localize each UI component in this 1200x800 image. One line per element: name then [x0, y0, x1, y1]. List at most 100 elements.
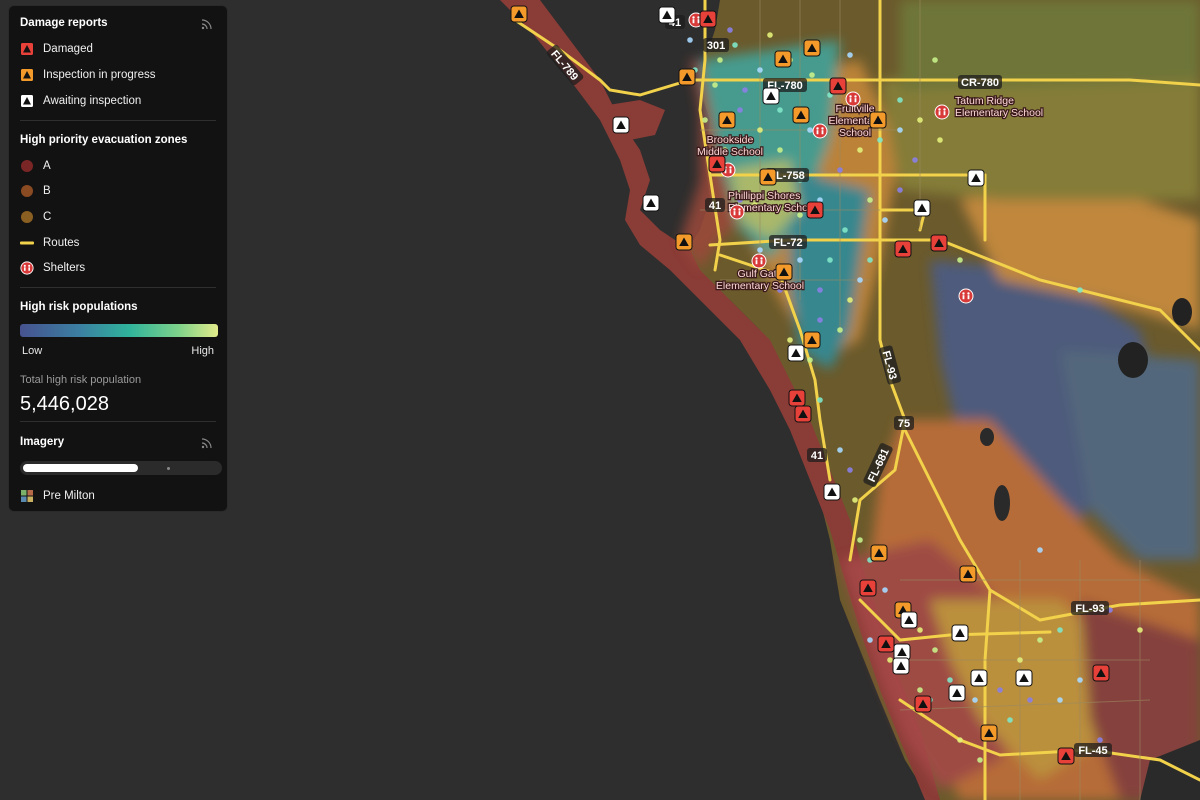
shelter-icon[interactable] — [934, 104, 950, 120]
awaiting-marker[interactable] — [900, 611, 918, 629]
population-dot — [757, 67, 763, 73]
damaged-marker[interactable] — [1057, 747, 1075, 765]
inspection-marker[interactable] — [803, 331, 821, 349]
population-dot — [837, 447, 843, 453]
inspection-marker[interactable] — [869, 111, 887, 129]
legend-panel: Damage reports Damaged Inspection in pro… — [8, 5, 228, 512]
damaged-marker[interactable] — [829, 77, 847, 95]
legend-label: Awaiting inspection — [43, 95, 142, 107]
shelter-icon[interactable] — [845, 91, 861, 107]
population-dot — [957, 257, 963, 263]
awaiting-marker[interactable] — [913, 199, 931, 217]
awaiting-icon — [20, 94, 34, 108]
inspection-marker[interactable] — [803, 39, 821, 57]
damaged-marker[interactable] — [914, 695, 932, 713]
damaged-marker[interactable] — [894, 240, 912, 258]
damaged-marker[interactable] — [806, 201, 824, 219]
damaged-marker[interactable] — [859, 579, 877, 597]
legend-label: Pre Milton — [43, 490, 95, 502]
inspection-marker[interactable] — [678, 68, 696, 86]
total-population-value: 5,446,028 — [20, 393, 109, 415]
road-shield-label: FL-72 — [773, 237, 802, 249]
population-dot — [1057, 697, 1063, 703]
population-dot — [847, 297, 853, 303]
legend-label: B — [43, 185, 51, 197]
feed-icon[interactable] — [201, 18, 213, 30]
feed-icon[interactable] — [201, 437, 213, 449]
shelter-icon[interactable] — [812, 123, 828, 139]
road-shield: CR-780 — [958, 75, 1002, 89]
damaged-marker[interactable] — [708, 155, 726, 173]
road-shield: FL-72 — [769, 235, 807, 249]
legend-item-inspection[interactable]: Inspection in progress — [20, 66, 156, 84]
inspection-marker[interactable] — [870, 544, 888, 562]
legend-label: Damaged — [43, 43, 93, 55]
population-dot — [727, 27, 733, 33]
damaged-marker[interactable] — [1092, 664, 1110, 682]
population-dot — [717, 57, 723, 63]
awaiting-marker[interactable] — [951, 624, 969, 642]
legend-item-zone-b[interactable]: B — [20, 182, 51, 200]
population-dot — [897, 127, 903, 133]
inspection-icon — [20, 68, 34, 82]
inspection-marker[interactable] — [774, 50, 792, 68]
inspection-marker[interactable] — [675, 233, 693, 251]
population-dot — [917, 687, 923, 693]
legend-item-shelters[interactable]: Shelters — [20, 259, 85, 277]
damaged-marker[interactable] — [794, 405, 812, 423]
damaged-marker[interactable] — [788, 389, 806, 407]
inspection-marker[interactable] — [718, 111, 736, 129]
damaged-marker[interactable] — [930, 234, 948, 252]
awaiting-marker[interactable] — [970, 669, 988, 687]
damaged-marker[interactable] — [877, 635, 895, 653]
population-dot — [847, 52, 853, 58]
awaiting-marker[interactable] — [787, 344, 805, 362]
route-line-icon — [20, 236, 34, 250]
legend-item-awaiting[interactable]: Awaiting inspection — [20, 92, 141, 110]
inspection-marker[interactable] — [980, 724, 998, 742]
population-dot — [817, 397, 823, 403]
legend-item-zone-c[interactable]: C — [20, 208, 51, 226]
legend-item-routes[interactable]: Routes — [20, 234, 79, 252]
awaiting-marker[interactable] — [1015, 669, 1033, 687]
road-shield-label: CR-780 — [961, 77, 999, 89]
awaiting-marker[interactable] — [967, 169, 985, 187]
awaiting-marker[interactable] — [892, 657, 910, 675]
awaiting-marker[interactable] — [948, 684, 966, 702]
imagery-item-pre-milton[interactable]: Pre Milton — [20, 487, 95, 505]
imagery-slider[interactable] — [20, 461, 222, 475]
evacuation-zones-title: High priority evacuation zones — [20, 134, 188, 146]
legend-item-damaged[interactable]: Damaged — [20, 40, 93, 58]
population-dot — [1137, 627, 1143, 633]
population-dot — [742, 87, 748, 93]
awaiting-marker[interactable] — [658, 6, 676, 24]
damaged-marker[interactable] — [699, 10, 717, 28]
inspection-marker[interactable] — [959, 565, 977, 583]
awaiting-marker[interactable] — [612, 116, 630, 134]
legend-item-zone-a[interactable]: A — [20, 157, 51, 175]
population-dot — [817, 317, 823, 323]
population-dot — [712, 82, 718, 88]
inspection-marker[interactable] — [792, 106, 810, 124]
awaiting-marker[interactable] — [823, 483, 841, 501]
shelter-icon[interactable] — [751, 253, 767, 269]
road-shield-label: 41 — [709, 200, 721, 212]
road-shield-label: 75 — [898, 418, 910, 430]
inspection-marker[interactable] — [759, 168, 777, 186]
shelter-icon[interactable] — [958, 288, 974, 304]
population-dot — [977, 757, 983, 763]
road-shield: FL-45 — [1074, 743, 1112, 757]
awaiting-marker[interactable] — [762, 87, 780, 105]
inspection-marker[interactable] — [775, 263, 793, 281]
inspection-marker[interactable] — [510, 5, 528, 23]
population-dot — [847, 467, 853, 473]
population-dot — [797, 257, 803, 263]
shelter-icon[interactable] — [729, 204, 745, 220]
awaiting-marker[interactable] — [642, 194, 660, 212]
imagery-slider-fill — [23, 464, 138, 472]
population-dot — [867, 257, 873, 263]
population-dot — [737, 107, 743, 113]
population-dot — [932, 647, 938, 653]
population-dot — [1077, 677, 1083, 683]
population-dot — [937, 137, 943, 143]
